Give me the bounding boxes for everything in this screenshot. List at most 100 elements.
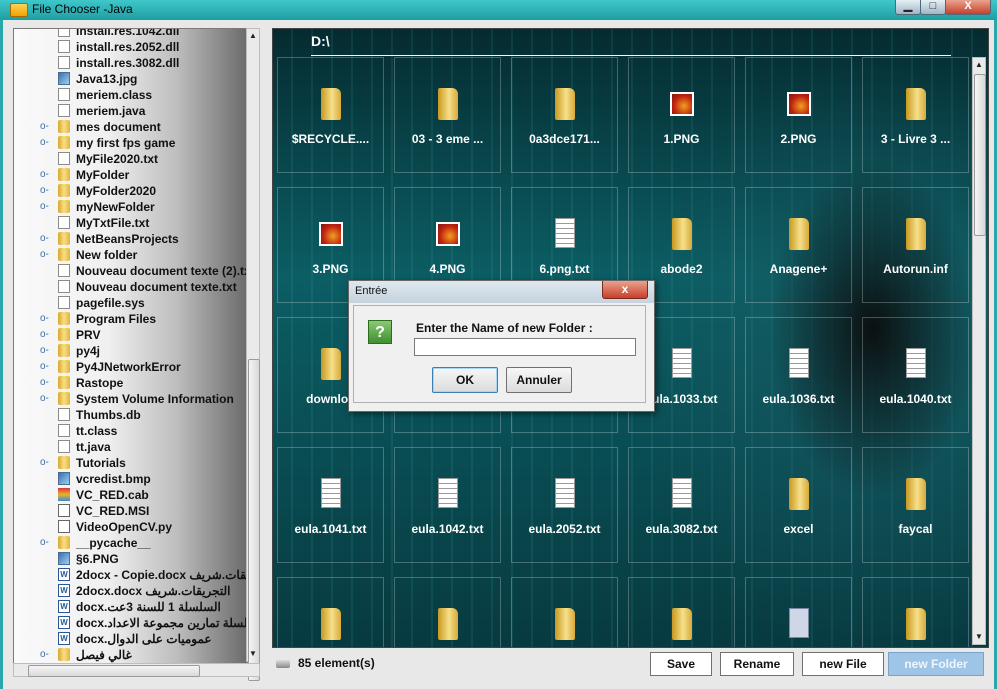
tree-item[interactable]: Wdocx.سلسلة تمارين مجموعة الاعداد <box>14 615 247 631</box>
tree-item[interactable]: o- System Volume Information <box>14 391 247 407</box>
tree-vertical-scrollbar[interactable]: ▲ ▼ <box>246 28 260 681</box>
new-folder-button[interactable]: new Folder <box>888 652 984 676</box>
tree-horizontal-scrollbar[interactable] <box>13 663 260 677</box>
expand-handle-icon[interactable]: o- <box>40 201 49 212</box>
tree-item[interactable]: VC_RED.MSI <box>14 503 247 519</box>
file-tile[interactable]: 2.PNG <box>745 57 852 173</box>
expand-handle-icon[interactable]: o- <box>40 377 49 388</box>
file-tile[interactable]: excel <box>745 447 852 563</box>
tree-item[interactable]: Nouveau document texte.txt <box>14 279 247 295</box>
expand-handle-icon[interactable]: o- <box>40 121 49 132</box>
minimize-button[interactable]: ▁ <box>895 0 921 15</box>
scroll-up-arrow-icon[interactable]: ▲ <box>973 58 985 72</box>
file-tile[interactable]: faycal <box>862 447 969 563</box>
file-tile[interactable] <box>862 577 969 647</box>
file-tile[interactable]: eula.1041.txt <box>277 447 384 563</box>
file-tile[interactable]: 1.PNG <box>628 57 735 173</box>
tree-item[interactable]: W 2docx - Copie.docx تجريقات.شريف <box>14 567 247 583</box>
tree-item[interactable]: tt.java <box>14 439 247 455</box>
tree-item[interactable]: Wdocx.السلسلة 1 للسنة 3عت <box>14 599 247 615</box>
tree-item[interactable]: Wdocx.عموميات على الدوال <box>14 631 247 647</box>
folder-name-input[interactable] <box>414 338 636 356</box>
expand-handle-icon[interactable]: o- <box>40 137 49 148</box>
scroll-up-arrow-icon[interactable]: ▲ <box>247 29 259 43</box>
tree-item[interactable]: Java13.jpg <box>14 71 247 87</box>
ok-button[interactable]: OK <box>432 367 498 393</box>
file-tile[interactable] <box>277 577 384 647</box>
expand-handle-icon[interactable]: o- <box>40 361 49 372</box>
tree-item[interactable]: Nouveau document texte (2).txt <box>14 263 247 279</box>
tree-item[interactable]: W 2docx.docx التجريقات.شريف <box>14 583 247 599</box>
save-button[interactable]: Save <box>650 652 712 676</box>
tree-item[interactable]: o-myNewFolder <box>14 199 247 215</box>
file-tile[interactable]: 3 - Livre 3 ... <box>862 57 969 173</box>
dialog-title-bar[interactable]: Entrée x <box>349 281 654 303</box>
file-tile[interactable]: $RECYCLE.... <box>277 57 384 173</box>
file-tile[interactable]: 0a3dce171... <box>511 57 618 173</box>
tree-item[interactable]: o-my first fps game <box>14 135 247 151</box>
file-tile[interactable]: eula.1036.txt <box>745 317 852 433</box>
tree-item[interactable]: o-mes document <box>14 119 247 135</box>
browser-vertical-scrollbar[interactable]: ▲ ▼ <box>972 57 986 645</box>
directory-tree[interactable]: install.res.1042.dll install.res.2052.dll… <box>13 28 248 664</box>
file-tile[interactable]: eula.1042.txt <box>394 447 501 563</box>
expand-handle-icon[interactable]: o- <box>40 329 49 340</box>
tree-item[interactable]: o- Tutorials <box>14 455 247 471</box>
tree-item[interactable]: o- PRV <box>14 327 247 343</box>
tree-item[interactable]: o- Py4JNetworkError <box>14 359 247 375</box>
tree-item[interactable]: o- New folder <box>14 247 247 263</box>
tree-item[interactable]: o- غالي فيصل <box>14 647 247 663</box>
tree-item[interactable]: Thumbs.db <box>14 407 247 423</box>
file-tile[interactable]: Anagene+ <box>745 187 852 303</box>
tree-item[interactable]: tt.class <box>14 423 247 439</box>
tree-item[interactable]: MyTxtFile.txt <box>14 215 247 231</box>
tree-item[interactable]: o- Program Files <box>14 311 247 327</box>
file-tile[interactable]: eula.2052.txt <box>511 447 618 563</box>
file-tile[interactable] <box>628 577 735 647</box>
tree-item[interactable]: o-py4j <box>14 343 247 359</box>
expand-handle-icon[interactable]: o- <box>40 537 49 548</box>
tree-item[interactable]: install.res.1042.dll <box>14 29 247 39</box>
rename-button[interactable]: Rename <box>720 652 794 676</box>
tree-item[interactable]: vcredist.bmp <box>14 471 247 487</box>
tree-item[interactable]: VC_RED.cab <box>14 487 247 503</box>
tree-item[interactable]: meriem.java <box>14 103 247 119</box>
tree-item[interactable]: pagefile.sys <box>14 295 247 311</box>
tree-item[interactable]: o- MyFolder2020 <box>14 183 247 199</box>
scroll-down-arrow-icon[interactable]: ▼ <box>973 630 985 644</box>
file-tile[interactable] <box>511 577 618 647</box>
tree-item[interactable]: o- MyFolder <box>14 167 247 183</box>
expand-handle-icon[interactable]: o- <box>40 249 49 260</box>
file-tile[interactable] <box>745 577 852 647</box>
expand-handle-icon[interactable]: o- <box>40 313 49 324</box>
dialog-close-button[interactable]: x <box>602 281 648 299</box>
scrollbar-thumb[interactable] <box>974 74 986 236</box>
scrollbar-thumb[interactable] <box>28 665 200 677</box>
tree-item[interactable]: o- NetBeansProjects <box>14 231 247 247</box>
expand-handle-icon[interactable]: o- <box>40 393 49 404</box>
expand-handle-icon[interactable]: o- <box>40 169 49 180</box>
expand-handle-icon[interactable]: o- <box>40 649 49 660</box>
scrollbar-thumb[interactable] <box>248 359 260 681</box>
tree-item[interactable]: o- Rastope <box>14 375 247 391</box>
tree-item[interactable]: o- __pycache__ <box>14 535 247 551</box>
expand-handle-icon[interactable]: o- <box>40 345 49 356</box>
maximize-button[interactable]: □ <box>920 0 946 15</box>
tree-item[interactable]: VideoOpenCV.py <box>14 519 247 535</box>
expand-handle-icon[interactable]: o- <box>40 233 49 244</box>
new-file-button[interactable]: new File <box>802 652 884 676</box>
file-tile[interactable]: eula.3082.txt <box>628 447 735 563</box>
expand-handle-icon[interactable]: o- <box>40 185 49 196</box>
tree-item[interactable]: install.res.3082.dll <box>14 55 247 71</box>
tree-item[interactable]: §6.PNG <box>14 551 247 567</box>
tree-item[interactable]: install.res.2052.dll <box>14 39 247 55</box>
file-tile[interactable]: Autorun.inf <box>862 187 969 303</box>
close-window-button[interactable]: X <box>945 0 991 15</box>
cancel-button[interactable]: Annuler <box>506 367 572 393</box>
tree-item[interactable]: MyFile2020.txt <box>14 151 247 167</box>
file-tile[interactable]: eula.1040.txt <box>862 317 969 433</box>
expand-handle-icon[interactable]: o- <box>40 457 49 468</box>
file-tile[interactable] <box>394 577 501 647</box>
file-tile[interactable]: 03 - 3 eme ... <box>394 57 501 173</box>
tree-item[interactable]: meriem.class <box>14 87 247 103</box>
